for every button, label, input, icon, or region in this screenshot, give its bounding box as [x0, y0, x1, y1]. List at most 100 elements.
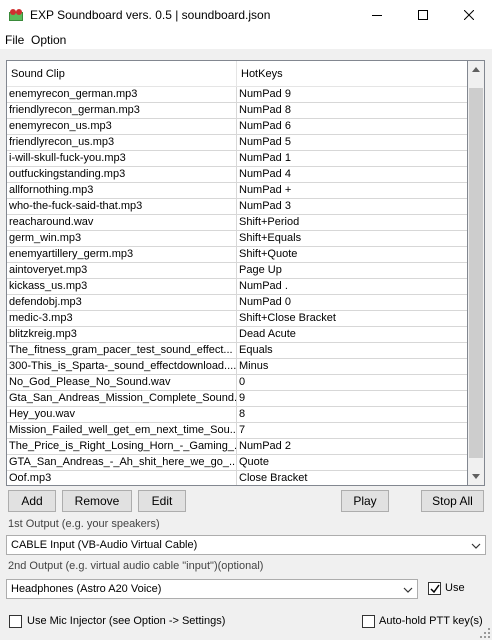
play-button[interactable]: Play — [341, 490, 389, 512]
table-scrollbar[interactable] — [468, 60, 485, 486]
table-row[interactable]: enemyrecon_us.mp3 NumPad 6 — [7, 119, 467, 135]
sound-clip-cell[interactable]: blitzkreig.mp3 — [7, 327, 237, 343]
table-row[interactable]: aintoveryet.mp3 Page Up — [7, 263, 467, 279]
menu-file[interactable]: File — [5, 33, 24, 47]
mic-injector-checkbox[interactable] — [9, 615, 22, 628]
sound-clip-cell[interactable]: germ_win.mp3 — [7, 231, 237, 247]
sound-clip-cell[interactable]: friendlyrecon_german.mp3 — [7, 103, 237, 119]
table-row[interactable]: enemyrecon_german.mp3 NumPad 9 — [7, 87, 467, 103]
table-row[interactable]: Hey_you.wav 8 — [7, 407, 467, 423]
sound-clip-cell[interactable]: Hey_you.wav — [7, 407, 237, 423]
table-row[interactable]: friendlyrecon_us.mp3 NumPad 5 — [7, 135, 467, 151]
table-row[interactable]: outfuckingstanding.mp3 NumPad 4 — [7, 167, 467, 183]
scroll-thumb[interactable] — [469, 88, 483, 458]
table-row[interactable]: blitzkreig.mp3 Dead Acute — [7, 327, 467, 343]
sound-clip-cell[interactable]: Oof.mp3 — [7, 471, 237, 485]
table-row[interactable]: friendlyrecon_german.mp3 NumPad 8 — [7, 103, 467, 119]
table-row[interactable]: 300-This_is_Sparta-_sound_effectdownload… — [7, 359, 467, 375]
use-output2-label: Use — [445, 582, 465, 594]
table-row[interactable]: i-will-skull-fuck-you.mp3 NumPad 1 — [7, 151, 467, 167]
menu-option[interactable]: Option — [31, 33, 66, 47]
hotkey-cell[interactable]: NumPad 1 — [237, 151, 467, 167]
table-row[interactable]: germ_win.mp3 Shift+Equals — [7, 231, 467, 247]
scroll-up-arrow-icon[interactable] — [468, 61, 484, 78]
scroll-down-arrow-icon[interactable] — [468, 468, 484, 485]
sound-clip-cell[interactable]: The_fitness_gram_pacer_test_sound_effect… — [7, 343, 237, 359]
sound-clip-cell[interactable]: medic-3.mp3 — [7, 311, 237, 327]
table-row[interactable]: The_Price_is_Right_Losing_Horn_-_Gaming_… — [7, 439, 467, 455]
sound-clip-cell[interactable]: defendobj.mp3 — [7, 295, 237, 311]
sound-clip-cell[interactable]: The_Price_is_Right_Losing_Horn_-_Gaming_… — [7, 439, 237, 455]
sound-clip-cell[interactable]: GTA_San_Andreas_-_Ah_shit_here_we_go_... — [7, 455, 237, 471]
table-row[interactable]: Gta_San_Andreas_Mission_Complete_Sound..… — [7, 391, 467, 407]
sound-clip-cell[interactable]: kickass_us.mp3 — [7, 279, 237, 295]
table-row[interactable]: The_fitness_gram_pacer_test_sound_effect… — [7, 343, 467, 359]
hotkey-cell[interactable]: NumPad 5 — [237, 135, 467, 151]
hotkey-cell[interactable]: Close Bracket — [237, 471, 467, 485]
close-button[interactable] — [446, 0, 492, 30]
table-row[interactable]: kickass_us.mp3 NumPad . — [7, 279, 467, 295]
hotkey-cell[interactable]: Shift+Equals — [237, 231, 467, 247]
column-header-hotkeys[interactable]: HotKeys — [237, 61, 467, 87]
table-row[interactable]: reacharound.wav Shift+Period — [7, 215, 467, 231]
table-row[interactable]: Mission_Failed_well_get_em_next_time_Sou… — [7, 423, 467, 439]
resize-grip-icon[interactable] — [480, 628, 490, 638]
hotkey-cell[interactable]: Shift+Period — [237, 215, 467, 231]
hotkey-cell[interactable]: 8 — [237, 407, 467, 423]
menu-bar: File Option — [0, 30, 492, 50]
hotkey-cell[interactable]: Equals — [237, 343, 467, 359]
hotkey-cell[interactable]: 9 — [237, 391, 467, 407]
hotkey-cell[interactable]: NumPad 6 — [237, 119, 467, 135]
table-row[interactable]: allfornothing.mp3 NumPad + — [7, 183, 467, 199]
sound-clip-cell[interactable]: 300-This_is_Sparta-_sound_effectdownload… — [7, 359, 237, 375]
minimize-button[interactable] — [354, 0, 400, 30]
hotkey-cell[interactable]: NumPad 0 — [237, 295, 467, 311]
sound-clip-cell[interactable]: enemyrecon_german.mp3 — [7, 87, 237, 103]
hotkey-cell[interactable]: Page Up — [237, 263, 467, 279]
table-row[interactable]: medic-3.mp3 Shift+Close Bracket — [7, 311, 467, 327]
maximize-button[interactable] — [400, 0, 446, 30]
sound-clip-cell[interactable]: i-will-skull-fuck-you.mp3 — [7, 151, 237, 167]
sound-table[interactable]: Sound Clip HotKeys enemyrecon_german.mp3… — [6, 60, 468, 486]
hotkey-cell[interactable]: Shift+Quote — [237, 247, 467, 263]
edit-button[interactable]: Edit — [138, 490, 186, 512]
stop-all-button[interactable]: Stop All — [421, 490, 484, 512]
remove-button[interactable]: Remove — [62, 490, 132, 512]
sound-clip-cell[interactable]: No_God_Please_No_Sound.wav — [7, 375, 237, 391]
table-row[interactable]: No_God_Please_No_Sound.wav 0 — [7, 375, 467, 391]
table-row[interactable]: Oof.mp3 Close Bracket — [7, 471, 467, 485]
sound-clip-cell[interactable]: enemyartillery_germ.mp3 — [7, 247, 237, 263]
use-output2-checkbox[interactable] — [428, 582, 441, 595]
sound-clip-cell[interactable]: Gta_San_Andreas_Mission_Complete_Sound..… — [7, 391, 237, 407]
table-row[interactable]: who-the-fuck-said-that.mp3 NumPad 3 — [7, 199, 467, 215]
sound-clip-cell[interactable]: who-the-fuck-said-that.mp3 — [7, 199, 237, 215]
hotkey-cell[interactable]: Shift+Close Bracket — [237, 311, 467, 327]
hotkey-cell[interactable]: Minus — [237, 359, 467, 375]
sound-clip-cell[interactable]: Mission_Failed_well_get_em_next_time_Sou… — [7, 423, 237, 439]
table-row[interactable]: GTA_San_Andreas_-_Ah_shit_here_we_go_...… — [7, 455, 467, 471]
hotkey-cell[interactable]: NumPad 4 — [237, 167, 467, 183]
sound-clip-cell[interactable]: enemyrecon_us.mp3 — [7, 119, 237, 135]
add-button[interactable]: Add — [8, 490, 56, 512]
hotkey-cell[interactable]: NumPad 9 — [237, 87, 467, 103]
hotkey-cell[interactable]: NumPad 3 — [237, 199, 467, 215]
sound-clip-cell[interactable]: friendlyrecon_us.mp3 — [7, 135, 237, 151]
hotkey-cell[interactable]: NumPad 2 — [237, 439, 467, 455]
auto-ptt-checkbox[interactable] — [362, 615, 375, 628]
sound-clip-cell[interactable]: outfuckingstanding.mp3 — [7, 167, 237, 183]
sound-clip-cell[interactable]: reacharound.wav — [7, 215, 237, 231]
hotkey-cell[interactable]: NumPad 8 — [237, 103, 467, 119]
output2-select[interactable]: Headphones (Astro A20 Voice) — [6, 579, 418, 599]
table-row[interactable]: enemyartillery_germ.mp3 Shift+Quote — [7, 247, 467, 263]
column-header-sound-clip[interactable]: Sound Clip — [7, 61, 237, 87]
hotkey-cell[interactable]: 7 — [237, 423, 467, 439]
hotkey-cell[interactable]: Dead Acute — [237, 327, 467, 343]
sound-clip-cell[interactable]: aintoveryet.mp3 — [7, 263, 237, 279]
hotkey-cell[interactable]: Quote — [237, 455, 467, 471]
sound-clip-cell[interactable]: allfornothing.mp3 — [7, 183, 237, 199]
output1-select[interactable]: CABLE Input (VB-Audio Virtual Cable) — [6, 535, 486, 555]
hotkey-cell[interactable]: 0 — [237, 375, 467, 391]
hotkey-cell[interactable]: NumPad + — [237, 183, 467, 199]
hotkey-cell[interactable]: NumPad . — [237, 279, 467, 295]
table-row[interactable]: defendobj.mp3 NumPad 0 — [7, 295, 467, 311]
